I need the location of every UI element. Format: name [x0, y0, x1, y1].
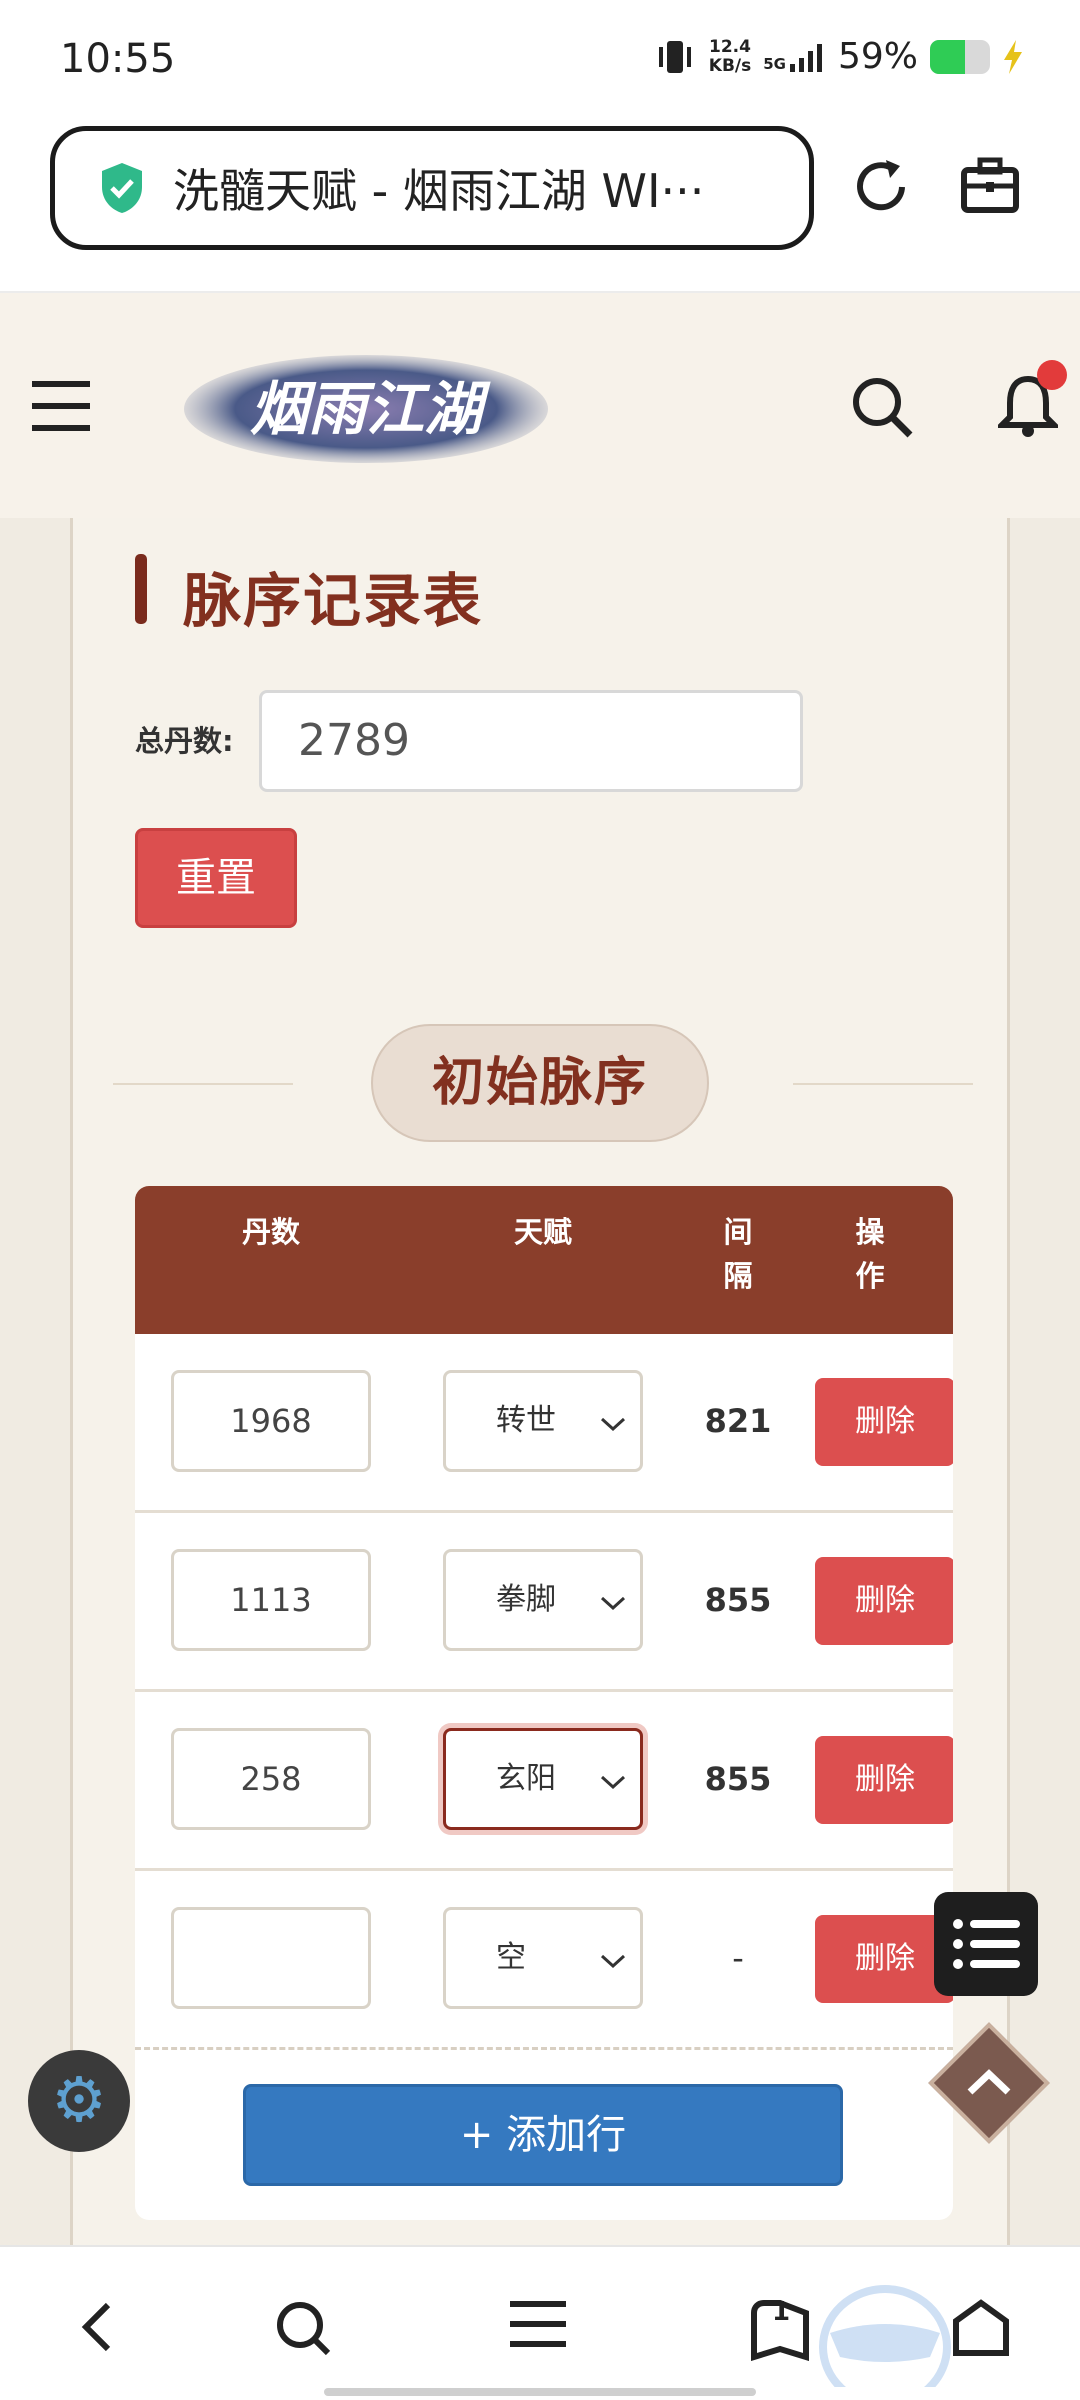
dan-input[interactable]: [171, 1907, 371, 2009]
chevron-down-icon: [600, 1775, 626, 1790]
browser-toolbar: 洗髓天赋 - 烟雨江湖 WI···: [0, 118, 1080, 293]
battery-icon: [930, 39, 990, 74]
table-row: 空 - 删除: [135, 1871, 953, 2050]
dan-input[interactable]: 1968: [171, 1370, 371, 1472]
tab-count: 1: [771, 2297, 791, 2327]
header-talent: 天赋: [513, 1215, 572, 1249]
menu-icon[interactable]: [510, 2299, 566, 2349]
browser-bottom-nav: 1: [0, 2245, 1080, 2400]
search-icon[interactable]: [274, 2299, 332, 2357]
secure-shield-icon: [102, 163, 142, 213]
settings-gear-icon[interactable]: ⚙: [28, 2050, 130, 2152]
table-header: 丹数 天赋 间隔 操作: [135, 1186, 953, 1334]
total-label: 总丹数:: [135, 724, 234, 758]
table-row: 1113 拳脚 855 删除: [135, 1513, 953, 1692]
home-icon[interactable]: [952, 2299, 1010, 2357]
list-icon: [953, 1919, 1020, 1969]
svg-text:烟雨江湖: 烟雨江湖: [250, 375, 491, 443]
table-row: 1968 转世 821 删除: [135, 1334, 953, 1513]
gap-value: 821: [704, 1402, 772, 1440]
chevron-down-icon: [600, 1954, 626, 1969]
talent-select[interactable]: 玄阳: [443, 1728, 643, 1830]
delete-button[interactable]: 删除: [815, 1915, 953, 2003]
delete-button[interactable]: 删除: [815, 1557, 953, 1645]
gap-value: 855: [704, 1760, 772, 1798]
site-logo[interactable]: 烟雨江湖: [182, 353, 550, 465]
charging-icon: [1004, 39, 1022, 74]
reset-button[interactable]: 重置: [135, 828, 297, 928]
divider-left: [113, 1083, 293, 1085]
content-card: 脉序记录表 总丹数: 2789 重置 初始脉序 丹数 天赋 间隔 操作 1968…: [70, 518, 1010, 2245]
group-title: 初始脉序: [371, 1024, 709, 1142]
talent-select[interactable]: 转世: [443, 1370, 643, 1472]
status-bar: 10:55 12.4 KB/s 5G 59%: [0, 0, 1080, 118]
mascot-icon[interactable]: [810, 2267, 960, 2387]
divider-right: [793, 1083, 973, 1085]
section-title: 脉序记录表: [183, 567, 484, 635]
refresh-icon[interactable]: [850, 156, 912, 218]
add-row-button[interactable]: + 添加行: [243, 2084, 843, 2186]
site-header: 烟雨江湖: [0, 293, 1080, 518]
talent-select[interactable]: 拳脚: [443, 1549, 643, 1651]
notification-dot: [1037, 360, 1067, 390]
header-action: 操作: [855, 1215, 885, 1293]
dan-input[interactable]: 1113: [171, 1549, 371, 1651]
signal-indicator: 5G: [763, 42, 826, 72]
section-accent-bar: [135, 554, 147, 624]
logo-image: 烟雨江湖: [184, 355, 548, 463]
signal-icon: [789, 43, 822, 72]
total-dan-input[interactable]: 2789: [259, 690, 803, 792]
url-title: 洗髓天赋 - 烟雨江湖 WI···: [173, 164, 705, 218]
chevron-up-icon: [967, 2069, 1011, 2095]
chevron-down-icon: [600, 1417, 626, 1432]
menu-icon[interactable]: [32, 381, 90, 431]
address-bar[interactable]: 洗髓天赋 - 烟雨江湖 WI···: [50, 126, 814, 250]
main-content: 脉序记录表 总丹数: 2789 重置 初始脉序 丹数 天赋 间隔 操作 1968…: [0, 518, 1080, 2245]
search-icon[interactable]: [850, 375, 914, 439]
delete-button[interactable]: 删除: [815, 1378, 953, 1466]
delete-button[interactable]: 删除: [815, 1736, 953, 1824]
home-indicator: [324, 2388, 756, 2396]
talent-select[interactable]: 空: [443, 1907, 643, 2009]
vibrate-icon: [658, 40, 691, 73]
net-speed: 12.4 KB/s: [708, 36, 752, 76]
header-gap: 间隔: [723, 1215, 753, 1293]
chevron-down-icon: [600, 1596, 626, 1611]
floating-toc-button[interactable]: [934, 1892, 1038, 1996]
status-icons: 12.4 KB/s 5G 59%: [653, 36, 1024, 77]
header-dan: 丹数: [241, 1215, 300, 1249]
table-row: 258 玄阳 855 删除: [135, 1692, 953, 1871]
status-time: 10:55: [60, 36, 176, 82]
battery-percent: 59%: [837, 36, 918, 77]
toolbox-icon[interactable]: [960, 156, 1020, 216]
dan-input[interactable]: 258: [171, 1728, 371, 1830]
meridian-table: 丹数 天赋 间隔 操作 1968 转世 821 删除 1113 拳脚 855 删…: [135, 1186, 953, 2220]
gap-value: -: [732, 1939, 744, 1977]
back-icon[interactable]: [78, 2299, 118, 2355]
gap-value: 855: [704, 1581, 772, 1619]
